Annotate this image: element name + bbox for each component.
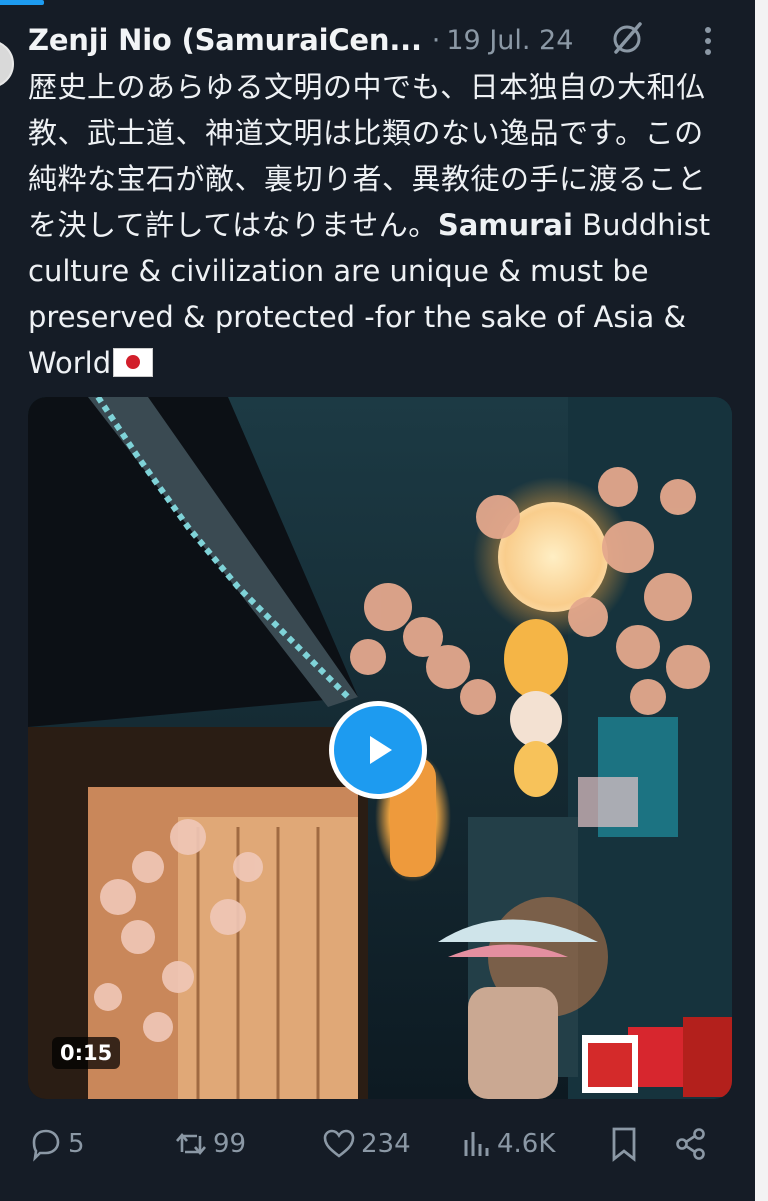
bookmark-button[interactable] (608, 1118, 640, 1170)
like-count: 234 (361, 1129, 411, 1159)
separator-dot: · (431, 24, 441, 56)
more-options-icon[interactable] (698, 24, 718, 58)
share-icon (676, 1128, 705, 1160)
reply-button[interactable]: 5 (28, 1118, 85, 1170)
reply-count: 5 (68, 1129, 85, 1159)
like-button[interactable]: 234 (321, 1118, 411, 1170)
repost-count: 99 (213, 1129, 247, 1159)
video-duration: 0:15 (52, 1037, 121, 1069)
play-button[interactable] (329, 701, 427, 799)
play-icon (370, 736, 392, 764)
japan-flag-icon (113, 348, 154, 377)
repost-icon (176, 1132, 206, 1156)
action-bar: 5 99 234 4.6K (28, 1118, 728, 1170)
grok-icon[interactable] (607, 18, 647, 58)
post-text-bold: Samurai (437, 208, 573, 242)
bookmark-icon (612, 1127, 636, 1162)
avatar[interactable] (0, 40, 14, 88)
post-card[interactable]: Zenji Nio (SamuraiCen... · 19 Jul. 24 歴史… (0, 0, 755, 1201)
page-edge (755, 0, 768, 1201)
analytics-icon (464, 1132, 489, 1156)
views-button[interactable]: 4.6K (461, 1118, 555, 1170)
heart-icon (323, 1129, 355, 1158)
video-player[interactable]: 0:15 (28, 397, 732, 1099)
view-count: 4.6K (497, 1129, 556, 1159)
scroll-progress-indicator (0, 0, 44, 5)
post-text: 歴史上のあらゆる文明の中でも、日本独自の大和仏教、武士道、神道文明は比類のない逸… (28, 64, 733, 386)
post-date[interactable]: 19 Jul. 24 (446, 25, 573, 56)
reply-icon (32, 1129, 60, 1162)
share-button[interactable] (673, 1118, 709, 1170)
repost-button[interactable]: 99 (173, 1118, 246, 1170)
author-name[interactable]: Zenji Nio (SamuraiCen... (28, 23, 422, 57)
